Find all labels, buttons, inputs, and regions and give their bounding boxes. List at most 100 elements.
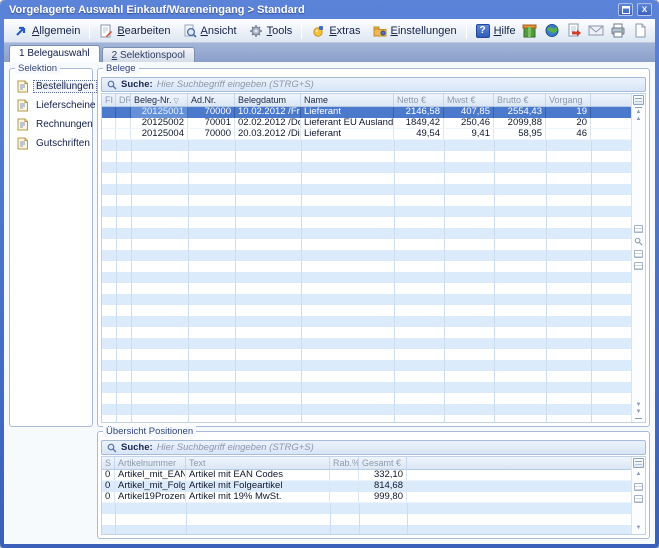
title-bar[interactable]: Vorgelagerte Auswahl Einkauf/Wareneingan… [0, 0, 659, 19]
cell-netto: 49,54 [394, 129, 444, 139]
column-chooser-icon[interactable] [633, 458, 644, 468]
column-header-belegdatum[interactable]: Belegdatum [235, 94, 301, 106]
mail-icon[interactable] [588, 23, 605, 39]
menu-einstellungen[interactable]: Einstellungen [367, 22, 463, 40]
scroll-up-icon[interactable]: ▲ [636, 109, 642, 116]
scroll-down-icon[interactable]: ▼ [636, 525, 642, 532]
scroll-up-page-icon[interactable]: ▲ [636, 116, 642, 123]
column-header-vorgang[interactable]: Vorgang [546, 94, 591, 106]
search-icon [107, 80, 117, 90]
cell-belegnr: 20125002 [131, 118, 188, 128]
rows-icon[interactable] [634, 483, 643, 491]
column-header-belegnr[interactable]: Beleg-Nr.▽ [131, 94, 188, 106]
search-label: Suche: [121, 442, 153, 453]
menu-bearbeiten[interactable]: Bearbeiten [93, 22, 176, 40]
column-header-artikelnummer[interactable]: Artikelnummer [115, 457, 186, 469]
column-header-name[interactable]: Name [301, 94, 394, 106]
column-chooser-icon[interactable] [633, 95, 644, 105]
belege-search-bar[interactable]: Suche: Hier Suchbegriff eingeben (STRG+S… [101, 77, 646, 92]
table-row[interactable]: 0 Artikel_mit_EAN Artikel mit EAN Codes … [102, 470, 631, 481]
cell-name: Lieferant EU Ausland [301, 118, 394, 128]
column-header-mwst[interactable]: Mwst € [444, 94, 494, 106]
scroll-down-icon[interactable]: ▼ [636, 402, 642, 409]
zoom-icon[interactable] [634, 237, 643, 246]
cell-dr [116, 129, 131, 139]
gear-icon [249, 24, 263, 38]
table-row[interactable]: 20125001 70000 10.02.2012 /Fr Lieferant … [102, 107, 631, 118]
form-document-icon [16, 99, 29, 112]
cell-belegdatum: 02.02.2012 /Do [235, 118, 301, 128]
cell-belegdatum: 10.02.2012 /Fr [235, 107, 301, 118]
new-document-icon[interactable] [632, 23, 649, 39]
empty-rows-area [102, 140, 631, 422]
tab-selektionspool[interactable]: 2 Selektionspool [102, 47, 195, 62]
cell-mwst: 9,41 [444, 129, 494, 139]
package-icon[interactable] [522, 23, 539, 39]
cell-belegnr: 20125001 [131, 107, 188, 118]
window-body: Allgemein Bearbeiten Ansicht Tools [4, 19, 655, 544]
column-header-netto[interactable]: Netto € [394, 94, 444, 106]
layout-icon[interactable] [634, 495, 643, 503]
scroll-up-icon[interactable]: ▲ [636, 471, 642, 478]
table-row[interactable]: 20125004 70000 20.03.2012 /Di Lieferant … [102, 129, 631, 140]
restore-icon[interactable] [618, 3, 633, 16]
selektion-item-bestellungen[interactable]: Bestellungen [16, 80, 88, 93]
empty-rows-area [102, 503, 631, 534]
cell-s: 0 [102, 481, 115, 492]
belege-group: Belege Suche: Hier Suchbegriff eingeben … [97, 68, 650, 427]
globe-icon[interactable] [544, 23, 561, 39]
table-row[interactable]: 20125002 70001 02.02.2012 /Do Lieferant … [102, 118, 631, 129]
table-row[interactable]: 0 Artikel_mit_Folgeartikel Artikel mit F… [102, 481, 631, 492]
belege-scrollbar[interactable]: ▲ ▲ ▼ ▼ [631, 94, 645, 422]
selektion-group-label: Selektion [15, 63, 60, 74]
form-document-icon [16, 80, 29, 93]
close-icon[interactable]: x [637, 3, 652, 16]
menu-ansicht[interactable]: Ansicht [177, 22, 243, 40]
tab-label: 2 Selektionspool [112, 50, 185, 61]
print-icon[interactable] [610, 23, 627, 39]
column-header-adnr[interactable]: Ad.Nr. [188, 94, 235, 106]
list-icon[interactable] [634, 262, 643, 270]
column-header-dr[interactable]: DR [116, 94, 131, 106]
cell-belegdatum: 20.03.2012 /Di [235, 129, 301, 139]
column-header-s[interactable]: S [102, 457, 115, 469]
belege-table-header: FI DR Beleg-Nr.▽ Ad.Nr. Belegdatum Name … [102, 94, 631, 107]
tab-belegauswahl[interactable]: 1 Belegauswahl [9, 45, 100, 62]
scroll-down-page-icon[interactable]: ▼ [636, 409, 642, 416]
edit-document-icon [99, 24, 113, 38]
cell-mwst: 407,85 [444, 107, 494, 118]
cell-fi [102, 107, 116, 118]
toolbar-right [522, 23, 653, 39]
scroll-top-icon[interactable] [635, 107, 642, 108]
column-header-gesamt[interactable]: Gesamt € [359, 457, 407, 469]
selektion-item-lieferscheine[interactable]: Lieferscheine [16, 99, 88, 112]
column-header-rab[interactable]: Rab.% [330, 457, 359, 469]
positionen-scrollbar[interactable]: ▲ ▼ [631, 457, 645, 534]
positionen-group: Übersicht Positionen Suche: Hier Suchbeg… [97, 431, 650, 539]
menu-bar: Allgemein Bearbeiten Ansicht Tools [4, 19, 655, 43]
rows-icon[interactable] [634, 225, 643, 233]
column-header-brutto[interactable]: Brutto € [494, 94, 546, 106]
cell-vorgang: 20 [546, 118, 591, 128]
menu-tools[interactable]: Tools [243, 22, 299, 40]
menu-extras[interactable]: Extras [305, 22, 366, 40]
column-header-text[interactable]: Text [186, 457, 330, 469]
cell-vorgang: 46 [546, 129, 591, 139]
column-header-filler [407, 457, 631, 469]
cell-fi [102, 129, 116, 139]
column-header-fi[interactable]: FI [102, 94, 116, 106]
layout-icon[interactable] [634, 250, 643, 258]
menu-label: Allgemein [32, 25, 80, 37]
positionen-table: S Artikelnummer Text Rab.% Gesamt € 0 Ar… [102, 457, 631, 534]
positionen-search-bar[interactable]: Suche: Hier Suchbegriff eingeben (STRG+S… [101, 440, 646, 455]
menu-allgemein[interactable]: Allgemein [8, 22, 86, 40]
menu-hilfe[interactable]: ? Hilfe [470, 22, 522, 40]
menu-separator [466, 23, 467, 39]
table-row[interactable]: 0 Artikel19Prozent Artikel mit 19% MwSt.… [102, 492, 631, 503]
scroll-bottom-icon[interactable] [635, 418, 642, 419]
export-document-icon[interactable] [566, 23, 583, 39]
belege-table: FI DR Beleg-Nr.▽ Ad.Nr. Belegdatum Name … [102, 94, 631, 422]
selektion-item-gutschriften[interactable]: Gutschriften [16, 137, 88, 150]
selektion-item-rechnungen[interactable]: Rechnungen [16, 118, 88, 131]
window-title: Vorgelagerte Auswahl Einkauf/Wareneingan… [9, 4, 614, 16]
